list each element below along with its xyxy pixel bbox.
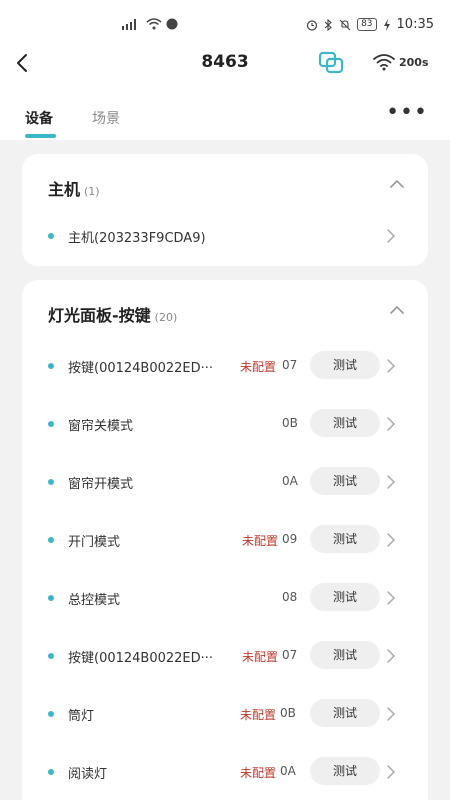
online-dot-icon — [48, 479, 54, 485]
list-item[interactable]: 开门模式 未配置 09 测试 — [22, 520, 428, 560]
alarm-icon — [306, 19, 318, 31]
data-saver-icon — [166, 18, 178, 30]
online-dot-icon — [48, 363, 54, 369]
panel-section-card: 灯光面板-按键 (20) 按键(00124B0022ED··· 未配置 07 测试… — [22, 280, 428, 800]
online-dot-icon — [48, 595, 54, 601]
key-name: 窗帘开模式 — [68, 477, 134, 492]
bluetooth-icon — [324, 18, 332, 31]
chevron-right-icon — [387, 229, 396, 243]
host-section-card: 主机 (1) 主机(203233F9CDA9) — [22, 154, 428, 266]
device-name: 主机(203233F9CDA9) — [68, 231, 206, 246]
wifi-status-icon — [146, 18, 162, 30]
key-code: 0A — [280, 764, 296, 778]
signal-icon — [122, 19, 136, 30]
key-name: 按键(00124B0022ED··· — [68, 361, 214, 376]
online-dot-icon — [48, 537, 54, 543]
chevron-right-icon — [387, 765, 396, 779]
host-section-header[interactable]: 主机 (1) — [22, 154, 428, 214]
chevron-right-icon — [387, 417, 396, 431]
key-name: 开门模式 — [68, 535, 121, 550]
key-code: 0A — [282, 474, 298, 488]
more-options-icon[interactable]: ••• — [386, 100, 428, 125]
list-item[interactable]: 窗帘开模式 0A 测试 — [22, 462, 428, 502]
list-item[interactable]: 总控模式 08 测试 — [22, 578, 428, 618]
key-name: 按键(00124B0022ED··· — [68, 651, 214, 666]
chevron-right-icon — [387, 359, 396, 373]
collapse-icon[interactable] — [388, 176, 406, 192]
share-device-icon[interactable] — [316, 49, 346, 77]
test-button[interactable]: 测试 — [310, 583, 380, 611]
mute-icon — [339, 19, 351, 30]
list-item[interactable]: 按键(00124B0022ED··· 未配置 07 测试 — [22, 346, 428, 386]
chevron-right-icon — [387, 707, 396, 721]
status-right: 83 10:35 — [306, 17, 434, 32]
online-dot-icon — [48, 769, 54, 775]
status-time: 10:35 — [396, 17, 434, 32]
key-name: 筒灯 — [68, 709, 95, 724]
key-code: 07 — [282, 648, 298, 662]
list-item[interactable]: 窗帘关模式 0B 测试 — [22, 404, 428, 444]
online-dot-icon — [48, 653, 54, 659]
list-item[interactable]: 按键(00124B0022ED··· 未配置 07 测试 — [22, 636, 428, 676]
status-left — [120, 18, 178, 30]
online-dot-icon — [48, 711, 54, 717]
tab-devices[interactable]: 设备 — [25, 108, 53, 128]
wifi-icon — [373, 54, 395, 71]
list-item[interactable]: 阅读灯 未配置 0A 测试 — [22, 752, 428, 792]
chevron-right-icon — [387, 649, 396, 663]
wifi-signal-status[interactable]: 200s — [372, 53, 429, 71]
key-name: 窗帘关模式 — [68, 419, 134, 434]
wifi-label: 200s — [399, 55, 429, 69]
host-section-title: 主机 (1) — [48, 180, 100, 199]
test-button[interactable]: 测试 — [310, 409, 380, 437]
key-name: 总控模式 — [68, 593, 121, 608]
panel-section-title: 灯光面板-按键 (20) — [48, 306, 178, 325]
list-item-host[interactable]: 主机(203233F9CDA9) — [22, 216, 428, 256]
online-dot-icon — [48, 421, 54, 427]
host-section-count: (1) — [84, 185, 100, 198]
status-badge: 未配置 — [242, 650, 279, 664]
tab-scenes[interactable]: 场景 — [92, 108, 120, 128]
chevron-right-icon — [387, 475, 396, 489]
status-badge: 未配置 — [242, 534, 279, 548]
key-code: 08 — [282, 590, 298, 604]
charging-icon — [383, 18, 390, 31]
test-button[interactable]: 测试 — [310, 699, 380, 727]
battery-indicator: 83 — [357, 18, 377, 31]
tab-bar: 设备 场景 ••• — [0, 90, 450, 140]
test-button[interactable]: 测试 — [310, 351, 380, 379]
key-name: 阅读灯 — [68, 767, 108, 782]
test-button[interactable]: 测试 — [310, 757, 380, 785]
panel-section-count: (20) — [154, 311, 178, 324]
panel-section-header[interactable]: 灯光面板-按键 (20) — [22, 280, 428, 340]
key-code: 07 — [282, 358, 298, 372]
test-button[interactable]: 测试 — [310, 641, 380, 669]
test-button[interactable]: 测试 — [310, 467, 380, 495]
list-item[interactable]: 筒灯 未配置 0B 测试 — [22, 694, 428, 734]
status-badge: 未配置 — [240, 766, 277, 780]
status-badge: 未配置 — [240, 708, 277, 722]
header: 8463 200s — [0, 38, 450, 90]
chevron-right-icon — [387, 533, 396, 547]
key-code: 09 — [282, 532, 298, 546]
chevron-right-icon — [387, 591, 396, 605]
status-badge: 未配置 — [240, 360, 277, 374]
active-tab-indicator — [25, 134, 56, 138]
online-dot-icon — [48, 233, 54, 239]
collapse-icon[interactable] — [388, 302, 406, 318]
key-code: 0B — [280, 706, 296, 720]
key-code: 0B — [282, 416, 298, 430]
test-button[interactable]: 测试 — [310, 525, 380, 553]
